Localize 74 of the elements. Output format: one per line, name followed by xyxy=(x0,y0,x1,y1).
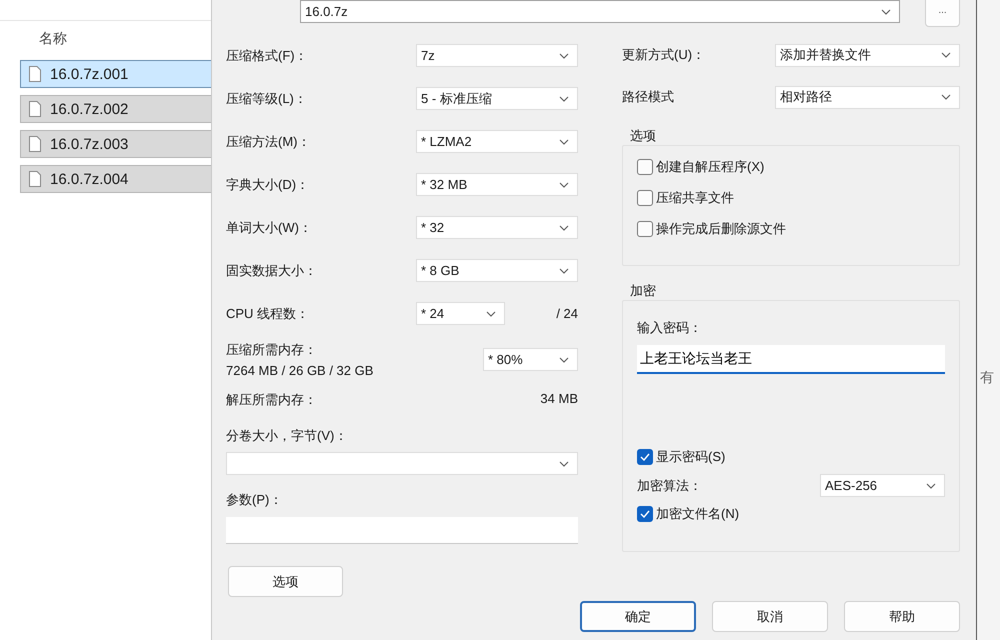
dialog-button[interactable]: 帮助 xyxy=(844,601,960,632)
checkbox[interactable] xyxy=(637,221,653,237)
chevron-down-icon xyxy=(486,310,496,316)
chevron-down-icon xyxy=(559,138,569,144)
memory-value: 34 MB xyxy=(540,391,578,408)
checkbox-option[interactable]: 压缩共享文件 xyxy=(637,189,734,207)
group-title: 选项 xyxy=(630,127,657,145)
file-row[interactable]: 16.0.7z.002 xyxy=(20,95,211,123)
dropdown[interactable]: AES-256 xyxy=(820,474,945,497)
check-icon xyxy=(640,453,650,461)
checkbox[interactable] xyxy=(637,190,653,206)
chevron-down-icon xyxy=(559,96,569,102)
dropdown[interactable]: 添加并替换文件 xyxy=(775,44,960,66)
dropdown[interactable]: * LZMA2 xyxy=(416,130,578,153)
field-label: 加密算法： xyxy=(637,476,702,494)
chevron-down-icon xyxy=(559,52,569,58)
dialog-button[interactable]: 取消 xyxy=(712,601,828,632)
chevron-down-icon xyxy=(559,356,569,362)
chevron-down-icon xyxy=(941,52,951,58)
parameters-field[interactable] xyxy=(226,517,578,544)
chevron-down-icon xyxy=(559,268,569,274)
chevron-down-icon xyxy=(559,224,569,230)
field-label: 解压所需内存： xyxy=(226,391,317,409)
checkbox[interactable] xyxy=(637,449,653,465)
checkbox-option[interactable]: 操作完成后删除源文件 xyxy=(637,220,786,238)
file-icon xyxy=(29,136,41,152)
field-label: 压缩等级(L)： xyxy=(226,90,308,108)
field-label: 压缩格式(F)： xyxy=(226,46,309,64)
column-header[interactable]: 名称 xyxy=(39,30,67,48)
dropdown[interactable]: * 32 MB xyxy=(416,173,578,196)
field-label: 字典大小(D)： xyxy=(226,176,310,194)
field-label: 固实数据大小： xyxy=(226,262,318,280)
dropdown[interactable]: * 80% xyxy=(483,348,578,371)
thread-max: / 24 xyxy=(556,306,578,321)
chevron-down-icon xyxy=(881,8,892,14)
field-label: 分卷大小，字节(V)： xyxy=(226,427,348,445)
field-label: 路径模式 xyxy=(622,88,674,106)
checkbox-option[interactable]: 创建自解压程序(X) xyxy=(637,158,764,176)
dropdown[interactable]: 相对路径 xyxy=(775,86,960,108)
checkbox-option[interactable]: 显示密码(S) xyxy=(637,448,726,466)
browse-button[interactable]: ... xyxy=(925,0,960,27)
file-icon xyxy=(29,171,41,187)
dropdown[interactable]: 5 - 标准压缩 xyxy=(416,87,578,110)
chevron-down-icon xyxy=(559,460,569,466)
dropdown[interactable]: 7z xyxy=(416,44,578,67)
file-row[interactable]: 16.0.7z.003 xyxy=(20,130,211,158)
file-row[interactable]: 16.0.7z.001 xyxy=(20,60,211,88)
checkbox[interactable] xyxy=(637,506,653,522)
file-icon xyxy=(29,101,41,117)
background-text: 有 xyxy=(980,369,995,387)
field-label: 压缩所需内存： xyxy=(226,341,318,359)
options-button[interactable]: 选项 xyxy=(228,566,343,597)
password-field[interactable]: 上老王论坛当老王 xyxy=(637,345,945,374)
field-label: CPU 线程数： xyxy=(226,304,310,322)
field-label: 输入密码： xyxy=(637,319,703,337)
dropdown[interactable]: * 24 xyxy=(416,302,505,325)
field-label: 压缩方法(M)： xyxy=(226,132,312,150)
checkbox[interactable] xyxy=(637,159,653,175)
check-icon xyxy=(640,510,650,518)
field-label: 更新方式(U)： xyxy=(622,46,706,64)
dialog-button[interactable]: 确定 xyxy=(580,601,696,632)
dropdown[interactable]: * 8 GB xyxy=(416,259,578,282)
archive-path-field[interactable]: 16.0.7z xyxy=(300,0,900,23)
chevron-down-icon xyxy=(941,94,951,100)
chevron-down-icon xyxy=(926,482,936,488)
dropdown[interactable]: * 32 xyxy=(416,216,578,239)
field-label: 参数(P)： xyxy=(226,491,284,509)
file-row[interactable]: 16.0.7z.004 xyxy=(20,165,211,193)
file-icon xyxy=(29,66,41,82)
group-title: 加密 xyxy=(630,282,657,300)
field-label: 单词大小(W)： xyxy=(226,218,313,236)
chevron-down-icon xyxy=(559,182,569,188)
checkbox-option[interactable]: 加密文件名(N) xyxy=(637,505,740,523)
memory-usage: 7264 MB / 26 GB / 32 GB xyxy=(226,363,374,378)
